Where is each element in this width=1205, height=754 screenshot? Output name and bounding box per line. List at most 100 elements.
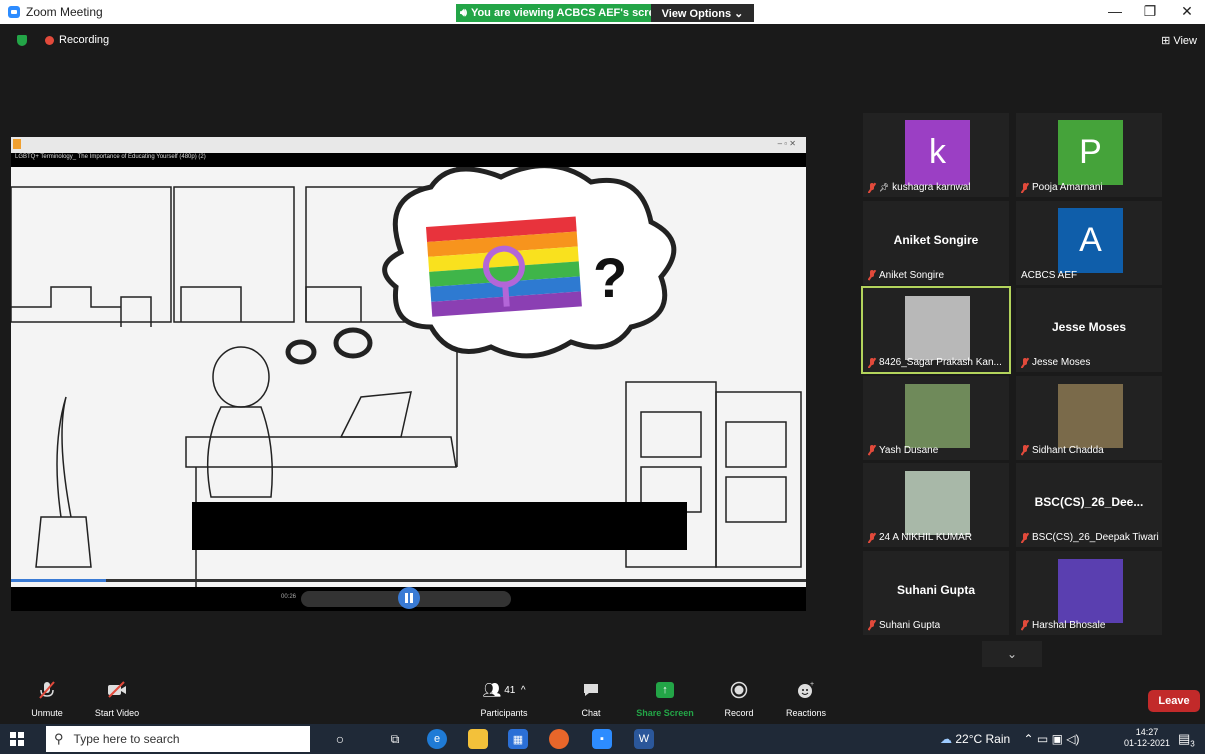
participant-name-text: Pooja Amarnani — [1032, 182, 1103, 193]
participants-count: 41 — [504, 684, 516, 696]
participant-name-text: Suhani Gupta — [879, 619, 941, 631]
participant-video-image — [905, 383, 970, 448]
chevron-down-icon[interactable]: ⌄ — [982, 641, 1042, 667]
leave-button[interactable]: Leave — [1148, 690, 1200, 712]
reactions-button[interactable]: + Reactions — [771, 678, 841, 722]
meeting-toolbar: Unmute Start Video 👥︎ 41 ^ Participants … — [0, 674, 1205, 724]
edge-icon[interactable]: e — [427, 729, 447, 749]
share-screen-icon: ↑ — [656, 682, 674, 698]
participant-display-name: Jesse Moses — [1051, 320, 1127, 334]
share-screen-button[interactable]: ↑ Share Screen — [630, 678, 700, 722]
participant-tile[interactable]: Yash Dusane — [863, 375, 1009, 460]
chat-icon — [578, 678, 604, 702]
view-options-button[interactable]: View Options ⌄ — [651, 4, 754, 22]
cloud-rain-icon: ☁︎ — [940, 732, 952, 746]
unmute-button[interactable]: Unmute — [12, 678, 82, 722]
participant-name-label: Yash Dusane — [868, 445, 938, 456]
file-explorer-icon[interactable] — [468, 729, 488, 749]
participant-tile[interactable]: Sidhant Chadda — [1016, 375, 1162, 460]
mic-muted-icon — [868, 182, 876, 193]
participant-tile[interactable]: A ACBCS AEF — [1016, 200, 1162, 285]
participant-name-text: BSC(CS)_26_Deepak Tiwari — [1032, 532, 1159, 543]
pride-flag — [426, 216, 582, 317]
meeting-stage: Recording ⊞ View – ▫ ✕ LGBTQ+ Terminolog… — [0, 24, 1205, 674]
minimize-button[interactable]: — — [1100, 3, 1130, 19]
tray-icons[interactable]: ⌃ ▭ ▣ ◁) — [1024, 732, 1080, 746]
emoji-icon: + — [793, 678, 819, 702]
mic-muted-icon — [868, 357, 876, 368]
participant-tile[interactable]: 24 A NIKHIL KUMAR — [863, 463, 1009, 547]
unmute-label: Unmute — [31, 708, 63, 718]
participant-tile[interactable]: 8426_Sagar Prakash Kan... — [861, 286, 1011, 374]
weather-widget[interactable]: ☁︎ 22°C Rain ⌃ ▭ ▣ ◁) — [940, 732, 1079, 746]
mic-muted-icon — [34, 678, 60, 702]
record-dot-icon — [45, 36, 54, 45]
participant-tile[interactable]: BSC(CS)_26_Dee... BSC(CS)_26_Deepak Tiwar… — [1016, 463, 1162, 547]
svg-text:+: + — [810, 681, 814, 688]
participant-avatar: P — [1058, 120, 1123, 185]
video-off-icon — [104, 678, 130, 702]
maximize-button[interactable]: ❐ — [1135, 3, 1165, 20]
word-icon[interactable]: W — [634, 729, 654, 749]
record-icon — [726, 678, 752, 702]
speaker-icon: 🔊︎ — [460, 6, 467, 19]
media-progress-bar[interactable] — [11, 579, 806, 582]
media-progress-fill — [11, 579, 107, 582]
vlc-icon — [13, 139, 21, 149]
participant-video-image — [905, 296, 970, 360]
firefox-icon[interactable] — [549, 729, 569, 749]
participant-name-text: ACBCS AEF — [1021, 269, 1078, 281]
participant-name-text: 8426_Sagar Prakash Kan... — [879, 357, 1002, 368]
windows-taskbar: ⚲ Type here to search ○ ⧉ e ▦ ▪ W ☁︎ 22°… — [0, 724, 1205, 754]
participants-icon: 👥︎ 41 ^ — [482, 682, 526, 699]
shield-icon[interactable] — [17, 35, 27, 46]
participant-name-label: ACBCS AEF — [1021, 270, 1077, 281]
participant-tile[interactable]: Jesse Moses Jesse Moses — [1016, 288, 1162, 372]
participant-name-text: Aniket Songire — [879, 269, 945, 281]
participant-video-image — [1058, 558, 1123, 623]
notification-icon[interactable]: ▤3 — [1178, 731, 1195, 749]
taskbar-search-input[interactable]: ⚲ Type here to search — [46, 726, 310, 752]
participant-display-name: BSC(CS)_26_Dee... — [1034, 495, 1144, 509]
svg-text:?: ? — [593, 246, 627, 309]
cortana-icon[interactable]: ○ — [330, 729, 350, 749]
video-frame: ? — [11, 167, 806, 597]
notification-count: 3 — [1190, 739, 1195, 749]
view-button[interactable]: ⊞ View — [1161, 34, 1197, 47]
windows-start-icon[interactable] — [10, 732, 24, 746]
participants-label: Participants — [480, 708, 528, 718]
mic-muted-icon — [868, 532, 876, 543]
participant-name-label: BSC(CS)_26_Deepak Tiwari — [1021, 532, 1159, 543]
close-button[interactable]: ✕ — [1172, 3, 1202, 20]
mic-muted-icon — [1021, 445, 1029, 455]
participant-tile[interactable]: Suhani Gupta Suhani Gupta — [863, 550, 1009, 635]
participant-name-label: 8426_Sagar Prakash Kan... — [868, 357, 1002, 368]
participant-name-text: Jesse Moses — [1032, 357, 1091, 368]
participant-video-image — [905, 471, 970, 535]
shared-screen[interactable]: – ▫ ✕ LGBTQ+ Terminology_ The Importance… — [11, 137, 806, 611]
task-view-icon[interactable]: ⧉ — [385, 729, 405, 749]
participant-name-label: 24 A NIKHIL KUMAR — [868, 532, 972, 543]
start-video-button[interactable]: Start Video — [82, 678, 152, 722]
participant-tile[interactable]: k 📌︎ kushagra karnwal — [863, 113, 1009, 197]
clock-time: 14:27 — [1135, 727, 1159, 737]
participant-tile[interactable]: Aniket Songire Aniket Songire — [863, 200, 1009, 285]
pause-button[interactable] — [398, 587, 420, 609]
mic-muted-icon — [1021, 532, 1029, 543]
store-icon[interactable]: ▦ — [508, 729, 528, 749]
participant-name-text: Harshal Bhosale — [1032, 619, 1106, 631]
taskbar-clock[interactable]: 14:27 01-12-2021 — [1124, 727, 1170, 749]
participant-tile[interactable]: P Pooja Amarnani — [1016, 113, 1162, 197]
participants-button[interactable]: 👥︎ 41 ^ Participants — [469, 678, 539, 722]
zoom-app-icon — [8, 6, 20, 18]
record-button[interactable]: Record — [704, 678, 774, 722]
recording-label: Recording — [59, 34, 110, 46]
participant-display-name: Suhani Gupta — [897, 582, 975, 597]
zoom-taskbar-icon[interactable]: ▪ — [592, 729, 612, 749]
reactions-label: Reactions — [785, 708, 827, 718]
share-screen-label: Share Screen — [636, 708, 694, 718]
participant-tile[interactable]: Harshal Bhosale — [1016, 550, 1162, 635]
chat-label: Chat — [581, 708, 601, 718]
media-time: 00:26 — [281, 594, 297, 600]
chat-button[interactable]: Chat — [556, 678, 626, 722]
